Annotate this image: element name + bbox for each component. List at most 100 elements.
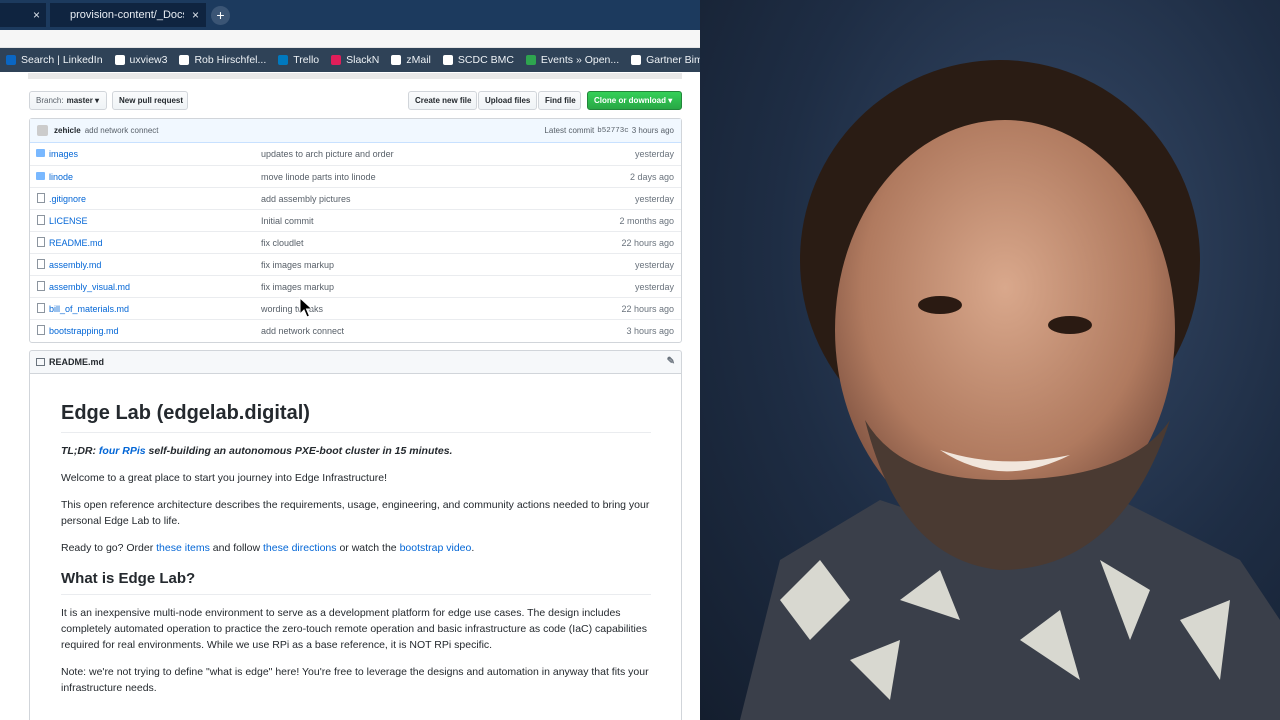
github-icon bbox=[179, 55, 190, 65]
file-name-link[interactable]: bootstrapping.md bbox=[49, 326, 119, 336]
branch-value: master ▾ bbox=[66, 96, 100, 105]
file-name-link[interactable]: .gitignore bbox=[49, 194, 86, 204]
commit-message[interactable]: add network connect bbox=[85, 126, 159, 135]
close-tab-icon[interactable]: × bbox=[33, 8, 40, 22]
file-name-link[interactable]: assembly_visual.md bbox=[49, 282, 130, 292]
file-icon bbox=[37, 259, 45, 269]
these-directions-link[interactable]: these directions bbox=[263, 542, 337, 554]
intro-text: This open reference architecture describ… bbox=[61, 499, 650, 527]
file-row: bill_of_materials.md wording tweaks 22 hou… bbox=[30, 297, 681, 319]
file-name-link[interactable]: assembly.md bbox=[49, 260, 101, 270]
file-icon bbox=[37, 303, 45, 313]
file-row: assembly_visual.md fix images markup yeste… bbox=[30, 275, 681, 297]
file-commit-age: 3 hours ago bbox=[626, 326, 674, 336]
file-row: images updates to arch picture and order y… bbox=[30, 143, 681, 165]
file-commit-age: 22 hours ago bbox=[621, 304, 674, 314]
folder-icon bbox=[36, 172, 45, 180]
commit-sha[interactable]: b52773c bbox=[597, 127, 629, 135]
bookmark-label: Trello bbox=[293, 54, 320, 66]
latest-commit-label: Latest commit bbox=[544, 126, 595, 135]
readme-title: Edge Lab (edgelab.digital) bbox=[61, 398, 651, 433]
bookmark-item[interactable]: zMail bbox=[385, 54, 437, 66]
welcome-text: Welcome to a great place to start you jo… bbox=[61, 472, 388, 484]
new-tab-button[interactable]: + bbox=[211, 6, 230, 25]
file-commit-message[interactable]: move linode parts into linode bbox=[261, 172, 376, 182]
file-icon bbox=[37, 237, 45, 247]
file-name-link[interactable]: README.md bbox=[49, 238, 103, 248]
tab-bar: × provision-content/_Docs × + bbox=[0, 0, 700, 30]
file-commit-message[interactable]: fix images markup bbox=[261, 260, 334, 270]
bookmark-label: Gartner Bimo... bbox=[646, 54, 700, 66]
four-rpis-link[interactable]: four RPis bbox=[99, 445, 146, 457]
file-commit-message[interactable]: fix images markup bbox=[261, 282, 334, 292]
bookmark-item[interactable]: uxview3 bbox=[109, 54, 174, 66]
file-name-link[interactable]: images bbox=[49, 149, 78, 159]
commit-age: 3 hours ago bbox=[631, 126, 674, 135]
clone-download-button[interactable]: Clone or download ▾ bbox=[587, 91, 682, 110]
file-commit-message[interactable]: add assembly pictures bbox=[261, 194, 351, 204]
upload-files-button[interactable]: Upload files bbox=[478, 91, 537, 110]
readme-header: README.md ✎ bbox=[29, 350, 682, 373]
browser-tab-active[interactable]: provision-content/_Docs × bbox=[50, 3, 206, 27]
gartner-icon bbox=[631, 55, 642, 65]
what-is-text: It is an inexpensive multi-node environm… bbox=[61, 607, 647, 651]
bookmark-item[interactable]: Rob Hirschfel... bbox=[173, 54, 272, 66]
file-name-link[interactable]: LICENSE bbox=[49, 216, 88, 226]
file-name-link[interactable]: bill_of_materials.md bbox=[49, 304, 129, 314]
file-commit-message[interactable]: wording tweaks bbox=[261, 304, 323, 314]
file-icon bbox=[37, 281, 45, 291]
what-is-heading: What is Edge Lab? bbox=[61, 567, 651, 595]
browser-window: × provision-content/_Docs × + Search | L… bbox=[0, 0, 700, 720]
address-bar[interactable] bbox=[0, 30, 700, 48]
file-name-link[interactable]: linode bbox=[49, 172, 73, 182]
ready-line: Ready to go? Order these items and follo… bbox=[61, 540, 651, 556]
browser-tab-previous[interactable]: × bbox=[0, 3, 46, 27]
these-items-link[interactable]: these items bbox=[156, 542, 210, 554]
ready-text-4: . bbox=[471, 542, 475, 554]
commit-author[interactable]: zehicle bbox=[54, 126, 81, 135]
file-commit-age: 2 months ago bbox=[619, 216, 674, 226]
file-commit-age: 22 hours ago bbox=[621, 238, 674, 248]
folder-icon bbox=[36, 149, 45, 157]
branch-select-button[interactable]: Branch: master ▾ bbox=[29, 91, 107, 110]
bookmarks-bar: Search | LinkedIn uxview3 Rob Hirschfel...… bbox=[0, 48, 700, 72]
close-tab-icon[interactable]: × bbox=[192, 8, 199, 22]
file-icon bbox=[37, 193, 45, 203]
latest-commit-bar: zehicle add network connect Latest commi… bbox=[30, 119, 681, 143]
create-new-file-button[interactable]: Create new file bbox=[408, 91, 477, 110]
ready-text-3: or watch the bbox=[339, 542, 397, 554]
file-commit-message[interactable]: fix cloudlet bbox=[261, 238, 304, 248]
file-commit-age: yesterday bbox=[634, 282, 674, 292]
zmail-icon bbox=[391, 55, 402, 65]
branch-label: Branch: bbox=[36, 96, 64, 105]
bookmark-item[interactable]: SlackN bbox=[325, 54, 385, 66]
bookmark-item[interactable]: Trello bbox=[272, 54, 325, 66]
openstack-icon bbox=[525, 55, 536, 65]
mouse-cursor-icon bbox=[299, 297, 313, 318]
note-text: Note: we're not trying to define "what i… bbox=[61, 666, 649, 694]
file-rows: images updates to arch picture and order y… bbox=[30, 143, 681, 341]
readme-filename: README.md bbox=[49, 357, 105, 367]
page-header-strip bbox=[28, 73, 682, 79]
slack-icon bbox=[331, 55, 342, 65]
github-icon bbox=[114, 55, 125, 65]
tldr-prefix: TL;DR: bbox=[61, 445, 96, 457]
tldr-text: self-building an autonomous PXE-boot clu… bbox=[148, 445, 453, 457]
new-pull-request-button[interactable]: New pull request bbox=[112, 91, 188, 110]
file-row: .gitignore add assembly pictures yesterday bbox=[30, 187, 681, 209]
bookmark-item[interactable]: Search | LinkedIn bbox=[0, 54, 109, 66]
file-icon bbox=[37, 215, 45, 225]
find-file-button[interactable]: Find file bbox=[538, 91, 581, 110]
avatar[interactable] bbox=[37, 125, 48, 136]
file-row: linode move linode parts into linode 2 day… bbox=[30, 165, 681, 187]
bookmark-item[interactable]: Events » Open... bbox=[520, 54, 625, 66]
bootstrap-video-link[interactable]: bootstrap video bbox=[400, 542, 472, 554]
bookmark-item[interactable]: SCDC BMC bbox=[437, 54, 520, 66]
bookmark-item[interactable]: Gartner Bimo... bbox=[625, 54, 700, 66]
pencil-edit-icon[interactable]: ✎ bbox=[667, 356, 675, 367]
file-commit-message[interactable]: add network connect bbox=[261, 326, 344, 336]
bookmark-label: Search | LinkedIn bbox=[21, 54, 103, 66]
bookmark-label: zMail bbox=[406, 54, 431, 66]
file-commit-message[interactable]: Initial commit bbox=[261, 216, 314, 226]
file-commit-message[interactable]: updates to arch picture and order bbox=[261, 149, 394, 159]
